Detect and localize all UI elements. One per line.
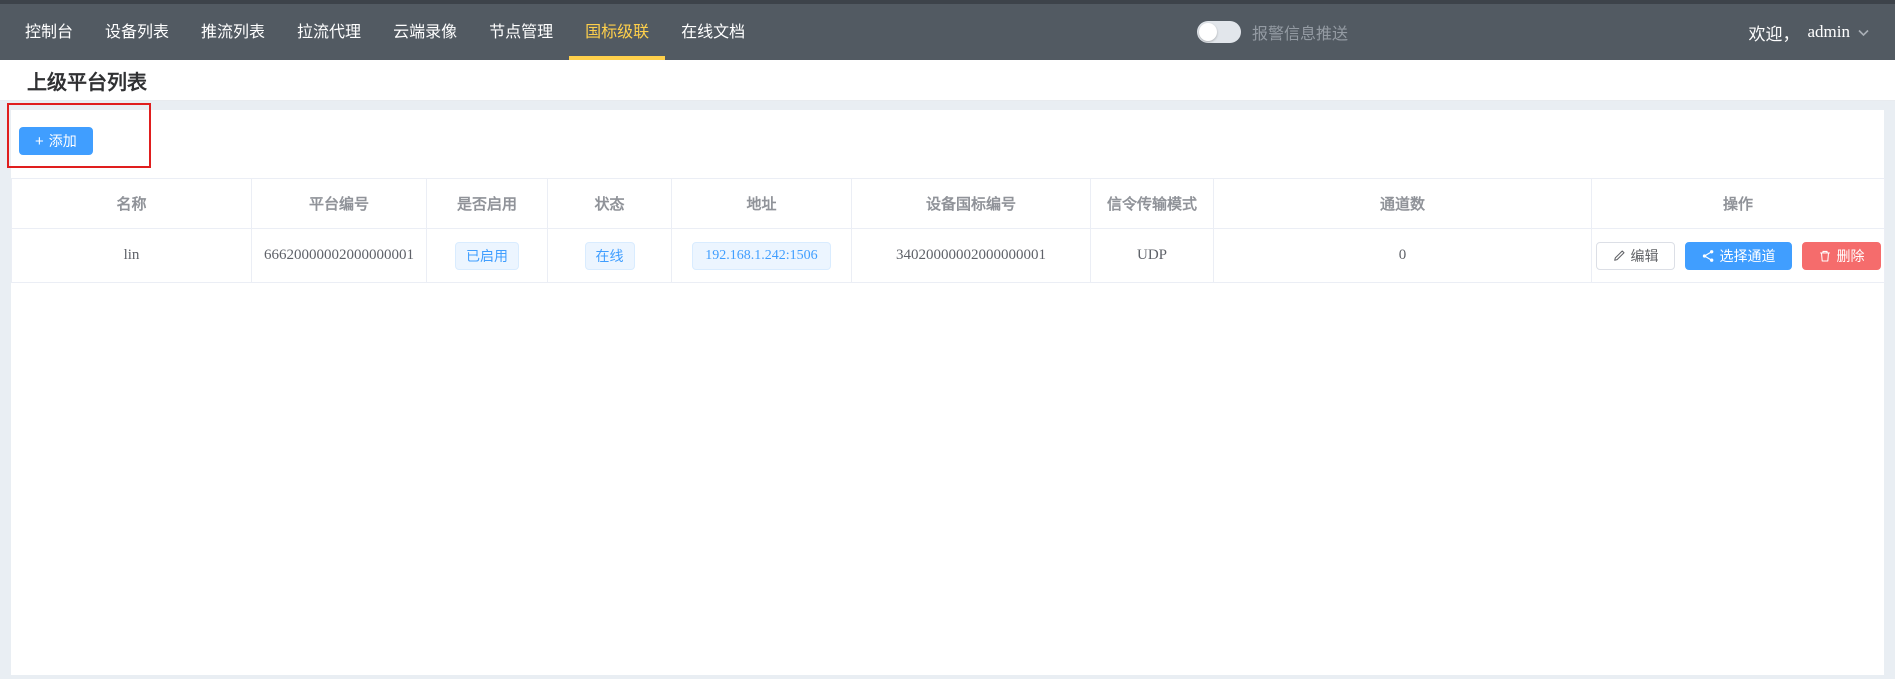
cell-operations: 编辑 选择通道	[1592, 229, 1885, 283]
alarm-push-group: 报警信息推送	[1197, 4, 1348, 60]
enabled-badge: 已启用	[455, 242, 519, 270]
column-header-status: 状态	[548, 179, 672, 229]
edit-button-label: 编辑	[1631, 246, 1659, 266]
column-header-operations: 操作	[1592, 179, 1885, 229]
nav-tab-node-manage[interactable]: 节点管理	[473, 4, 569, 60]
nav-tab-cloud-record[interactable]: 云端录像	[377, 4, 473, 60]
platform-table: 名称 平台编号 是否启用 状态 地址 设备国标编号 信令传输模式 通道数 操作 …	[11, 178, 1885, 283]
cell-gb-id: 34020000002000000001	[852, 229, 1091, 283]
cell-address: 192.168.1.242:1506	[672, 229, 852, 283]
address-badge: 192.168.1.242:1506	[692, 242, 830, 270]
cell-platform-id: 66620000002000000001	[252, 229, 427, 283]
row-actions: 编辑 选择通道	[1592, 242, 1884, 270]
toolbar: + 添加	[11, 110, 1884, 178]
edit-button[interactable]: 编辑	[1596, 242, 1675, 270]
delete-button[interactable]: 删除	[1802, 242, 1881, 270]
status-badge: 在线	[585, 242, 635, 270]
plus-icon: +	[35, 134, 44, 149]
column-header-channels: 通道数	[1214, 179, 1592, 229]
cell-name: lin	[12, 229, 252, 283]
nav-tab-pull-proxy[interactable]: 拉流代理	[281, 4, 377, 60]
column-header-address: 地址	[672, 179, 852, 229]
table-header-row: 名称 平台编号 是否启用 状态 地址 设备国标编号 信令传输模式 通道数 操作	[12, 179, 1885, 229]
content-card: + 添加 名称 平台编号 是否启用 状态 地址 设备国标编号 信令传输模式 通道…	[11, 110, 1884, 675]
nav-tab-console[interactable]: 控制台	[9, 4, 89, 60]
page-title: 上级平台列表	[27, 66, 147, 95]
column-header-transport: 信令传输模式	[1091, 179, 1214, 229]
alarm-push-toggle[interactable]	[1197, 21, 1241, 43]
user-menu[interactable]: 欢迎， admin	[1749, 4, 1870, 60]
column-header-platform-id: 平台编号	[252, 179, 427, 229]
separator-band	[0, 101, 1895, 110]
add-button-label: 添加	[49, 131, 77, 151]
nav-tabs: 控制台 设备列表 推流列表 拉流代理 云端录像 节点管理 国标级联 在线文档	[9, 4, 761, 60]
chevron-down-icon	[1858, 29, 1869, 37]
cell-enabled: 已启用	[427, 229, 548, 283]
alarm-push-label: 报警信息推送	[1252, 20, 1348, 44]
cell-channels: 0	[1214, 229, 1592, 283]
greeting-text: 欢迎，	[1749, 20, 1800, 45]
nav-tab-online-docs[interactable]: 在线文档	[665, 4, 761, 60]
pencil-icon	[1612, 249, 1626, 263]
nav-tab-device-list[interactable]: 设备列表	[89, 4, 185, 60]
top-navbar: 控制台 设备列表 推流列表 拉流代理 云端录像 节点管理 国标级联 在线文档 报…	[0, 0, 1895, 60]
delete-button-label: 删除	[1837, 246, 1865, 266]
toggle-knob-icon	[1199, 23, 1217, 41]
add-button[interactable]: + 添加	[19, 127, 93, 155]
column-header-gb-id: 设备国标编号	[852, 179, 1091, 229]
username: admin	[1808, 22, 1851, 42]
nav-tab-push-list[interactable]: 推流列表	[185, 4, 281, 60]
cell-status: 在线	[548, 229, 672, 283]
table-row: lin 66620000002000000001 已启用 在线 192.168.…	[12, 229, 1885, 283]
cell-transport: UDP	[1091, 229, 1214, 283]
page-header: 上级平台列表	[0, 60, 1895, 101]
nav-tab-gb-cascade[interactable]: 国标级联	[569, 4, 665, 60]
column-header-enabled: 是否启用	[427, 179, 548, 229]
column-header-name: 名称	[12, 179, 252, 229]
select-channel-label: 选择通道	[1720, 246, 1776, 266]
trash-icon	[1818, 249, 1832, 263]
share-icon	[1701, 249, 1715, 263]
select-channel-button[interactable]: 选择通道	[1685, 242, 1792, 270]
